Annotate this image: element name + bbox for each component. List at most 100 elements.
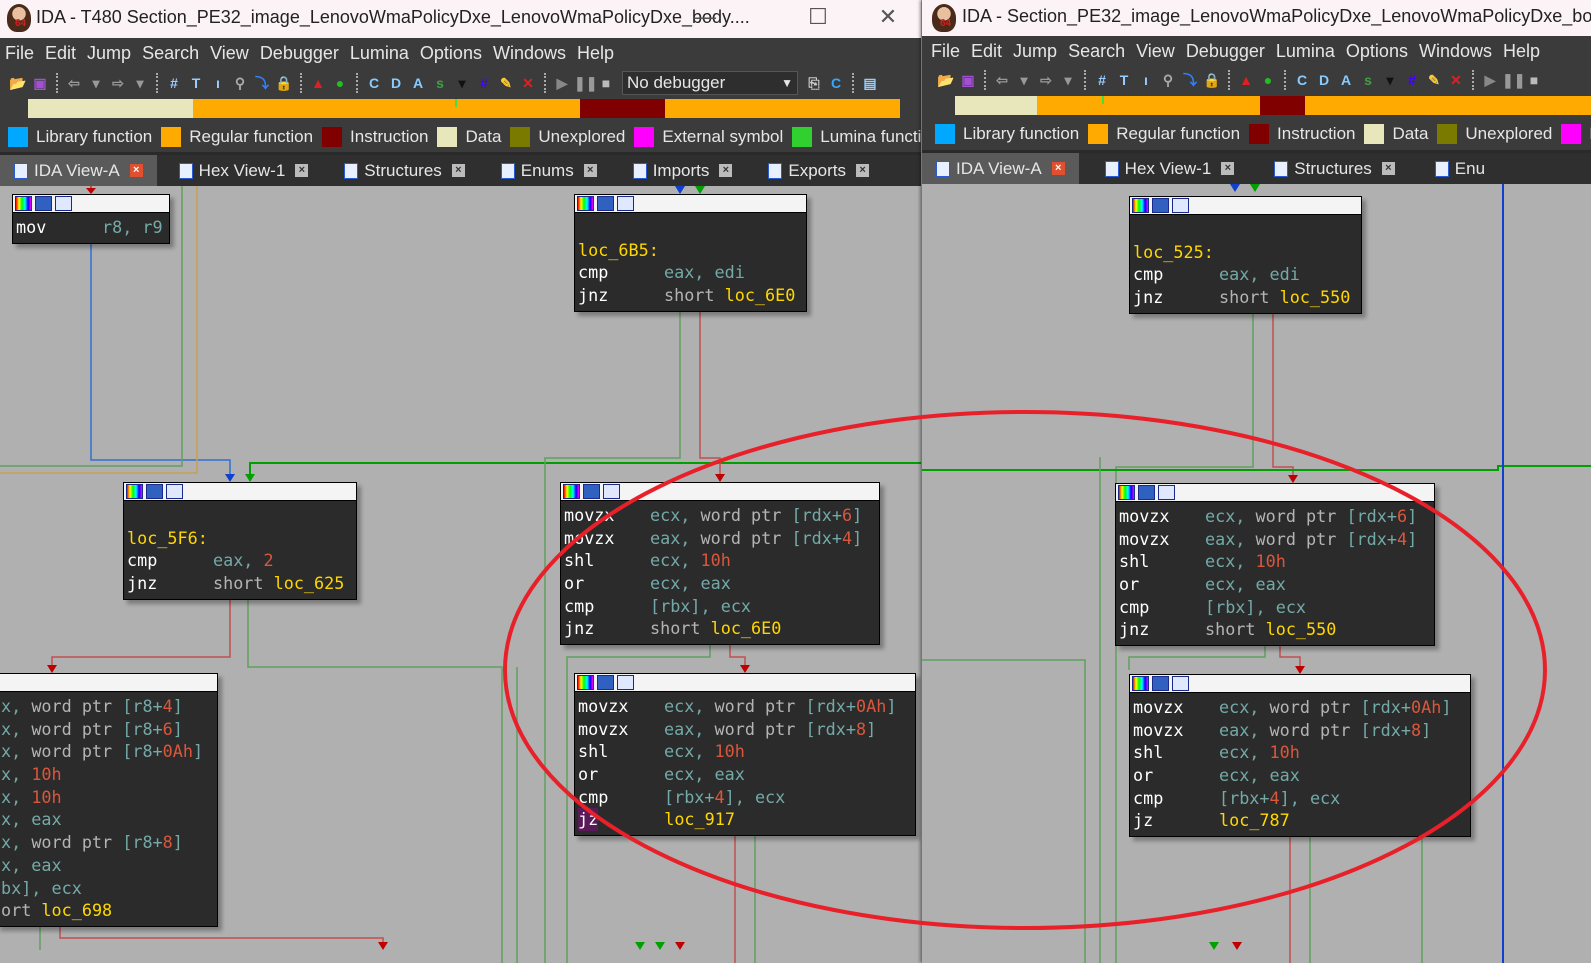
code-block[interactable]: x, word ptr [r8+4] x, word ptr [r8+6] x, w… <box>0 673 218 927</box>
code-reference-link[interactable]: loc_787 <box>1219 810 1290 830</box>
green-dot-icon[interactable]: ● <box>330 73 350 93</box>
minimize-button[interactable]: — <box>690 4 720 30</box>
jump-binary-icon[interactable]: ı <box>1136 70 1156 90</box>
tab-close-icon[interactable]: × <box>1381 162 1395 175</box>
stop-icon[interactable]: ■ <box>596 73 616 93</box>
tab-structures[interactable]: Structures × <box>330 155 478 186</box>
green-dot-icon[interactable]: ● <box>1258 70 1278 90</box>
navigation-band[interactable] <box>922 92 1591 118</box>
dropdown-icon[interactable]: ▾ <box>1380 70 1400 90</box>
edit-icon[interactable] <box>1138 485 1155 500</box>
code-reference-link[interactable]: loc_550 <box>1266 619 1337 639</box>
forward-arrow-icon[interactable]: ⇨ <box>108 73 128 93</box>
search-icon[interactable]: ⚲ <box>1158 70 1178 90</box>
jump-hex-icon[interactable]: # <box>1092 70 1112 90</box>
string-icon[interactable]: s <box>430 73 450 93</box>
tab-close-icon[interactable]: × <box>129 164 143 177</box>
menu-lumina[interactable]: Lumina <box>345 38 415 64</box>
color-picker-icon[interactable] <box>1118 485 1135 500</box>
data-icon[interactable]: D <box>386 73 406 93</box>
tab-exports[interactable]: Exports × <box>754 155 883 186</box>
edit-icon[interactable] <box>583 484 600 499</box>
menu-options[interactable]: Options <box>1341 36 1414 62</box>
code-label[interactable]: loc_5F6: <box>127 528 208 548</box>
menu-help[interactable]: Help <box>572 38 620 64</box>
save-icon[interactable]: ▣ <box>958 70 978 90</box>
graph-overview-icon[interactable] <box>166 484 183 499</box>
code-icon[interactable]: C <box>364 73 384 93</box>
code-label[interactable]: loc_6B5: <box>578 240 659 260</box>
tab-enums[interactable]: Enums × <box>487 155 611 186</box>
code-block[interactable]: movzx ecx, word ptr [rdx+0Ah] movzx eax, wo… <box>1129 674 1471 838</box>
play-icon[interactable]: ▶ <box>1480 70 1500 90</box>
code-block[interactable]: loc_5F6: cmp eax, 2 jnz short loc_625 <box>123 482 357 600</box>
edit-icon[interactable] <box>35 196 52 211</box>
graph-canvas[interactable]: loc_525: cmp eax, edi jnz short loc_550movzx… <box>922 184 1591 963</box>
code-block[interactable]: movzx ecx, word ptr [rdx+6] movzx eax, word… <box>560 482 880 646</box>
code-block[interactable]: movzx ecx, word ptr [rdx+0Ah] movzx eax, wo… <box>574 673 916 837</box>
forward-arrow-icon[interactable]: ⇨ <box>1036 70 1056 90</box>
graph-overview-icon[interactable] <box>1172 676 1189 691</box>
decompile-icon[interactable]: C <box>826 73 846 93</box>
pause-icon[interactable]: ❚❚ <box>1502 70 1525 90</box>
code-reference-link[interactable]: loc_6E0 <box>711 618 782 638</box>
menu-view[interactable]: View <box>205 38 255 64</box>
tab-ida-view-a[interactable]: IDA View-A × <box>922 153 1079 184</box>
code-block[interactable]: loc_525: cmp eax, edi jnz short loc_550 <box>1129 196 1362 314</box>
dropdown-icon[interactable]: ▾ <box>452 73 472 93</box>
menu-debugger[interactable]: Debugger <box>255 38 345 64</box>
open-folder-icon[interactable]: 📂 <box>936 70 956 90</box>
dropdown-icon[interactable]: ▾ <box>130 73 150 93</box>
graph-canvas[interactable]: mov r8, r9 loc_6B5: cmp eax, edi jnz short loc… <box>0 186 921 963</box>
menu-windows[interactable]: Windows <box>488 38 572 64</box>
menu-search[interactable]: Search <box>137 38 205 64</box>
code-reference-link[interactable]: loc_917 <box>664 809 735 829</box>
jump-hex-icon[interactable]: # <box>164 73 184 93</box>
menu-edit[interactable]: Edit <box>40 38 82 64</box>
code-block[interactable]: movzx ecx, word ptr [rdx+6] movzx eax, word… <box>1115 483 1435 647</box>
menu-debugger[interactable]: Debugger <box>1181 36 1271 62</box>
enum-icon[interactable]: # <box>474 73 494 93</box>
menu-file[interactable]: File <box>0 38 40 64</box>
dropdown-icon[interactable]: ▾ <box>1058 70 1078 90</box>
tab-enu[interactable]: Enu <box>1421 153 1499 184</box>
edit-icon[interactable]: ✎ <box>496 73 516 93</box>
tab-hex-view-1[interactable]: Hex View-1 × <box>1091 153 1249 184</box>
edit-icon[interactable] <box>1152 198 1169 213</box>
tab-imports[interactable]: Imports × <box>619 155 747 186</box>
warning-icon[interactable]: ▲ <box>308 73 328 93</box>
menu-search[interactable]: Search <box>1063 36 1131 62</box>
color-picker-icon[interactable] <box>15 196 32 211</box>
data-icon[interactable]: D <box>1314 70 1334 90</box>
string-icon[interactable]: s <box>1358 70 1378 90</box>
tab-close-icon[interactable]: × <box>1051 162 1065 175</box>
color-picker-icon[interactable] <box>577 196 594 211</box>
search-icon[interactable]: ⚲ <box>230 73 250 93</box>
tab-ida-view-a[interactable]: IDA View-A × <box>0 155 157 186</box>
edit-icon[interactable]: ✎ <box>1424 70 1444 90</box>
graph-overview-icon[interactable] <box>1158 485 1175 500</box>
close-button[interactable]: ✕ <box>873 4 903 30</box>
menu-help[interactable]: Help <box>1498 36 1546 62</box>
stop-icon[interactable]: ■ <box>1524 70 1544 90</box>
tab-close-icon[interactable]: × <box>451 164 465 177</box>
code-reference-link[interactable]: loc_698 <box>41 900 112 920</box>
delete-icon[interactable]: ✕ <box>1446 70 1466 90</box>
play-icon[interactable]: ▶ <box>552 73 572 93</box>
code-block[interactable]: mov r8, r9 <box>12 194 170 244</box>
step-into-icon[interactable]: ⤵ <box>1180 70 1200 90</box>
color-picker-icon[interactable] <box>1132 198 1149 213</box>
color-picker-icon[interactable] <box>126 484 143 499</box>
graph-overview-icon[interactable] <box>617 675 634 690</box>
code-reference-link[interactable]: loc_550 <box>1280 287 1351 307</box>
back-arrow-icon[interactable]: ⇦ <box>992 70 1012 90</box>
tab-close-icon[interactable]: × <box>1221 162 1235 175</box>
back-arrow-icon[interactable]: ⇦ <box>64 73 84 93</box>
code-block[interactable]: loc_6B5: cmp eax, edi jnz short loc_6E0 <box>574 194 807 312</box>
debugger-select[interactable]: No debugger ▼ <box>622 70 798 95</box>
menu-windows[interactable]: Windows <box>1414 36 1498 62</box>
code-reference-link[interactable]: loc_625 <box>274 573 345 593</box>
tab-close-icon[interactable]: × <box>719 164 733 177</box>
graph-overview-icon[interactable] <box>1172 198 1189 213</box>
edit-icon[interactable] <box>1152 676 1169 691</box>
